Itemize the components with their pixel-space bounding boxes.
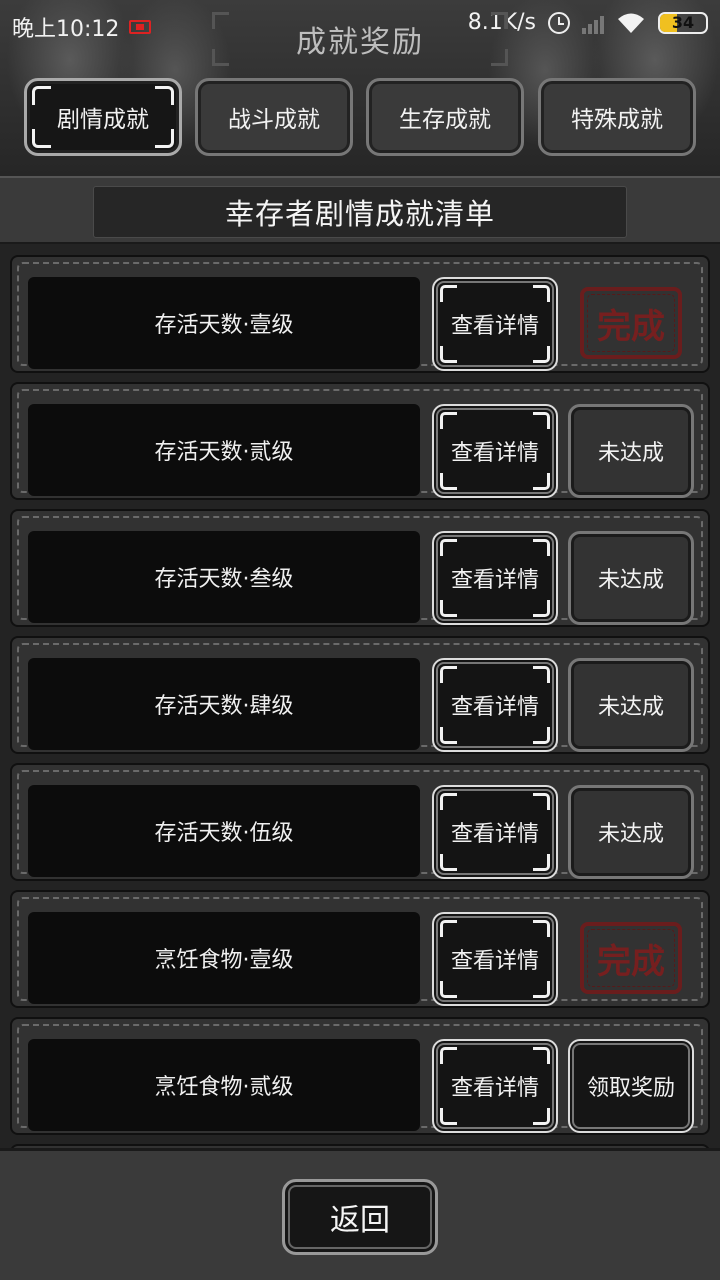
achievement-name: 烹饪食物·贰级 [28, 1039, 420, 1131]
tab-combat[interactable]: 战斗成就 [195, 78, 353, 156]
view-details-button[interactable]: 查看详情 [432, 277, 558, 371]
not-achieved-button: 未达成 [568, 658, 694, 752]
recording-icon [129, 20, 152, 34]
tab-label: 剧情成就 [57, 107, 149, 133]
achievement-name: 存活天数·肆级 [28, 658, 420, 750]
completed-stamp: 完成 [580, 922, 682, 994]
achievement-row: 烹饪食物·壹级 查看详情 完成 [10, 890, 710, 1008]
achievement-row: 存活天数·贰级 查看详情 未达成 [10, 382, 710, 500]
category-tabs: 剧情成就 战斗成就 生存成就 特殊成就 [0, 78, 720, 158]
achievement-row: 存活天数·肆级 查看详情 未达成 [10, 636, 710, 754]
subtitle-bar: 幸存者剧情成就清单 [0, 176, 720, 244]
list-title: 幸存者剧情成就清单 [93, 186, 627, 238]
achievement-name: 存活天数·叁级 [28, 531, 420, 623]
wifi-icon [618, 13, 644, 33]
view-details-button[interactable]: 查看详情 [432, 531, 558, 625]
cellular-signal-icon [582, 12, 604, 34]
achievement-name: 存活天数·壹级 [28, 277, 420, 369]
page-title-frame: 成就奖励 [212, 12, 508, 66]
footer-bar: 返回 [0, 1148, 720, 1280]
view-details-button[interactable]: 查看详情 [432, 404, 558, 498]
achievement-row: 存活天数·叁级 查看详情 未达成 [10, 509, 710, 627]
achievement-list[interactable]: 存活天数·壹级 查看详情 完成 存活天数·贰级 查看详情 未达成 存活天数·叁级… [0, 244, 720, 1148]
view-details-button[interactable]: 查看详情 [432, 912, 558, 1006]
claim-reward-button[interactable]: 领取奖励 [568, 1039, 694, 1133]
achievement-row: 存活天数·壹级 查看详情 完成 [10, 255, 710, 373]
achievement-name: 烹饪食物·壹级 [28, 912, 420, 1004]
tab-label: 特殊成就 [571, 107, 663, 133]
alarm-clock-icon [548, 11, 570, 34]
battery-icon: 34 [658, 11, 708, 34]
not-achieved-button: 未达成 [568, 785, 694, 879]
achievement-row: 存活天数·伍级 查看详情 未达成 [10, 763, 710, 881]
tab-survival[interactable]: 生存成就 [366, 78, 524, 156]
tab-label: 生存成就 [399, 107, 491, 133]
tab-label: 战斗成就 [228, 107, 320, 133]
achievement-name: 存活天数·贰级 [28, 404, 420, 496]
view-details-button[interactable]: 查看详情 [432, 1039, 558, 1133]
achievement-row: 烹饪食物·贰级 查看详情 领取奖励 [10, 1017, 710, 1135]
back-button[interactable]: 返回 [282, 1179, 438, 1255]
view-details-button[interactable]: 查看详情 [432, 658, 558, 752]
not-achieved-button: 未达成 [568, 404, 694, 498]
tab-story[interactable]: 剧情成就 [24, 78, 182, 156]
completed-stamp: 完成 [580, 287, 682, 359]
not-achieved-button: 未达成 [568, 531, 694, 625]
tab-special[interactable]: 特殊成就 [538, 78, 696, 156]
header: 晚上10:12 8.1K/s 34 成就奖励 剧情成就 战斗成就 生存成就 特殊… [0, 0, 720, 176]
page-title: 成就奖励 [296, 25, 424, 60]
battery-level: 34 [671, 13, 695, 32]
achievement-name: 存活天数·伍级 [28, 785, 420, 877]
view-details-button[interactable]: 查看详情 [432, 785, 558, 879]
status-time: 晚上10:12 [12, 17, 120, 42]
